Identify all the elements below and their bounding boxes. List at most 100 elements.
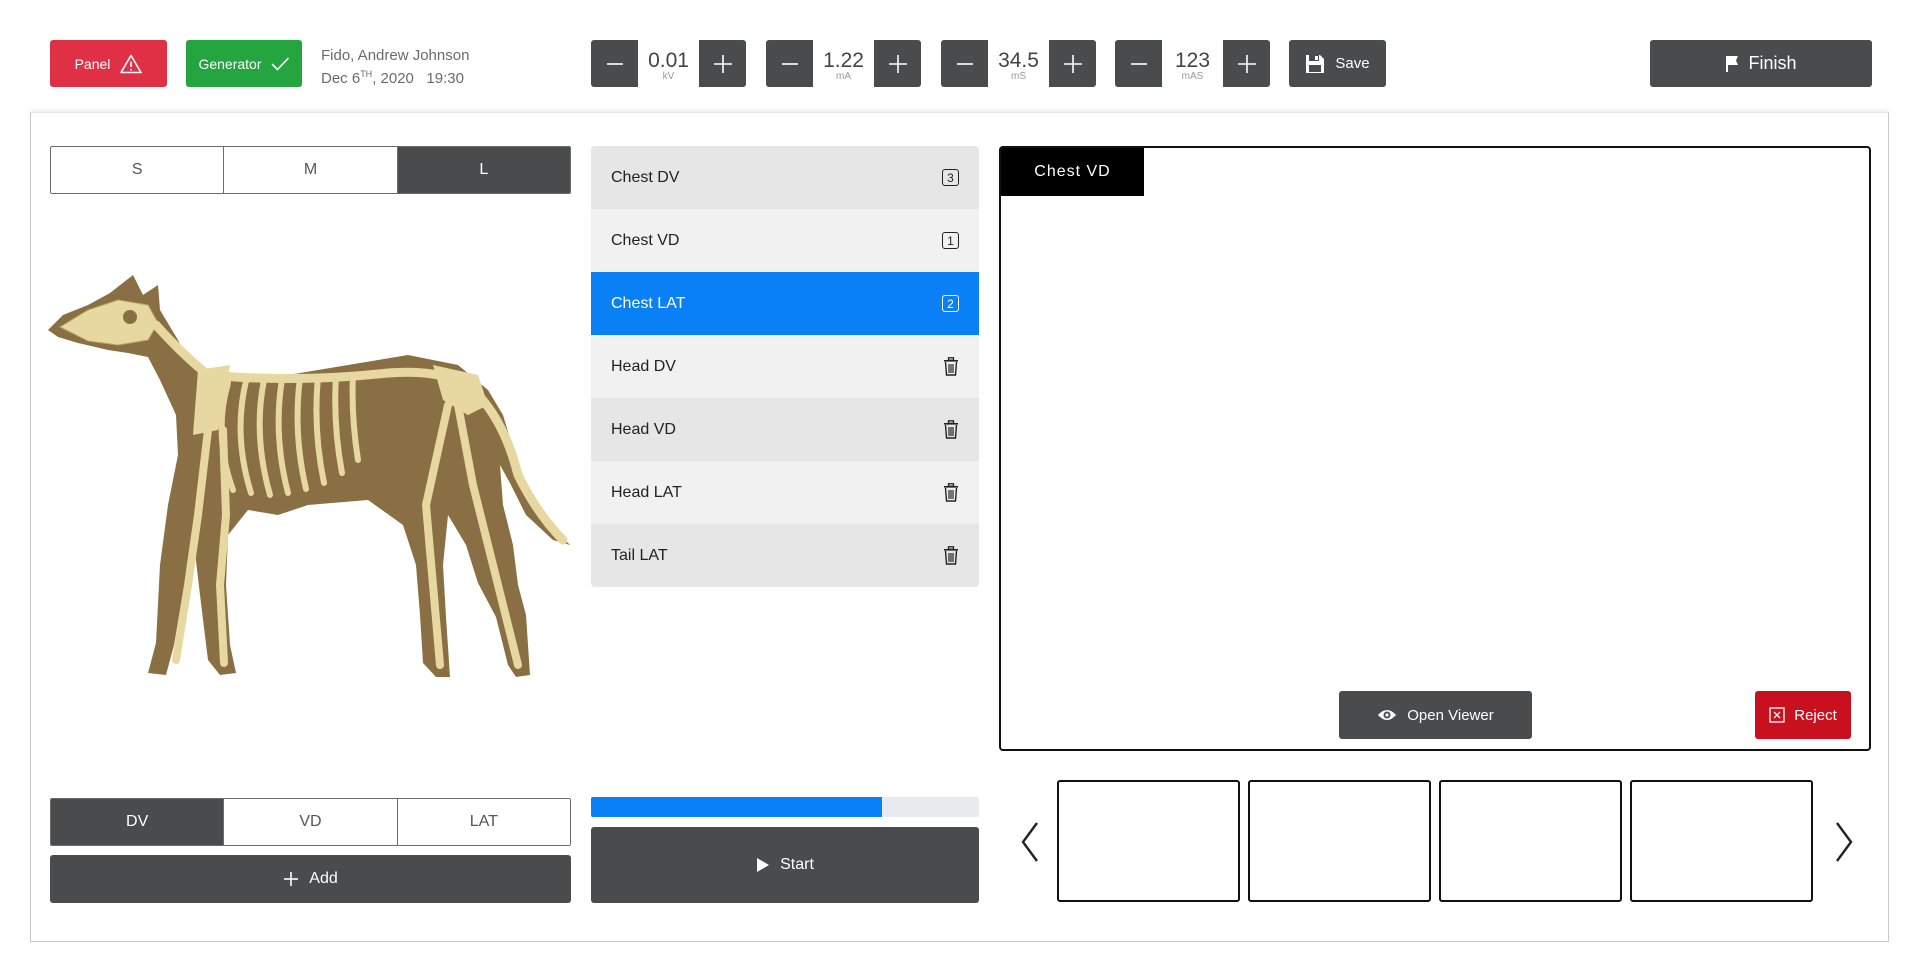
view-item[interactable]: Chest DV 3 (591, 146, 979, 209)
mas-value-field[interactable]: 123 mAS (1162, 40, 1223, 87)
mas-unit: mAS (1181, 70, 1204, 82)
view-label: Head DV (611, 357, 676, 375)
view-item[interactable]: Head DV (591, 335, 979, 398)
kv-value: 0.01 (648, 48, 689, 72)
size-option-m[interactable]: M (224, 147, 398, 193)
size-selector: S M L (50, 146, 571, 194)
ma-increment-button[interactable] (874, 40, 921, 87)
minus-icon (956, 62, 973, 65)
projection-option-dv[interactable]: DV (51, 799, 225, 845)
view-item[interactable]: Head VD (591, 398, 979, 461)
trash-icon[interactable] (943, 357, 959, 376)
reject-button[interactable]: Reject (1755, 691, 1851, 739)
thumbnail-slot[interactable] (1057, 780, 1240, 902)
ma-value-field[interactable]: 1.22 mA (813, 40, 874, 87)
close-box-icon (1769, 707, 1785, 723)
mas-decrement-button[interactable] (1115, 40, 1162, 87)
view-item[interactable]: Chest VD 1 (591, 209, 979, 272)
projection-option-vd[interactable]: VD (224, 799, 398, 845)
thumbnail-slot[interactable] (1630, 780, 1813, 902)
ma-decrement-button[interactable] (766, 40, 813, 87)
viewer-title-tab: Chest VD (1001, 148, 1144, 196)
view-label: Head VD (611, 420, 676, 438)
projection-selector: DV VD LAT (50, 798, 571, 846)
chevron-right-icon[interactable] (1829, 818, 1859, 866)
plus-icon (284, 872, 299, 886)
panel-button[interactable]: Panel (50, 40, 167, 87)
add-label: Add (309, 870, 338, 887)
floppy-disk-icon (1306, 54, 1325, 73)
ms-decrement-button[interactable] (941, 40, 988, 87)
plus-icon (1237, 54, 1256, 73)
trash-icon[interactable] (943, 420, 959, 439)
generator-button[interactable]: Generator (186, 40, 302, 87)
generator-label: Generator (198, 55, 262, 72)
exam-date-suffix: TH (360, 69, 373, 79)
open-viewer-label: Open Viewer (1407, 706, 1494, 724)
view-label: Chest DV (611, 168, 680, 186)
chevron-left-icon[interactable] (1015, 818, 1045, 866)
panel-label: Panel (74, 55, 111, 72)
view-label: Tail LAT (611, 546, 668, 564)
add-button[interactable]: Add (50, 855, 571, 903)
image-viewer: Chest VD Open Viewer Reject (999, 146, 1871, 751)
minus-icon (1130, 62, 1147, 65)
finish-button[interactable]: Finish (1650, 40, 1872, 87)
mas-value: 123 (1174, 48, 1211, 72)
exam-date-year: , 2020 (372, 70, 414, 87)
patient-info: Fido, Andrew Johnson Dec 6TH, 2020 19:30 (321, 46, 469, 88)
dog-skeleton-illustration (48, 275, 570, 677)
view-item-selected[interactable]: Chest LAT 2 (591, 272, 979, 335)
exam-time: 19:30 (426, 70, 464, 87)
exam-date-day: Dec 6 (321, 70, 361, 87)
ms-increment-button[interactable] (1049, 40, 1096, 87)
trash-icon[interactable] (943, 546, 959, 565)
patient-name: Fido, Andrew Johnson (321, 47, 470, 64)
kv-decrement-button[interactable] (591, 40, 638, 87)
ms-unit: mS (1011, 70, 1026, 82)
size-option-s[interactable]: S (51, 147, 225, 193)
open-viewer-button[interactable]: Open Viewer (1339, 691, 1532, 739)
minus-icon (606, 62, 623, 65)
view-item[interactable]: Tail LAT (591, 524, 979, 587)
start-label: Start (780, 856, 814, 873)
thumbnail-slot[interactable] (1248, 780, 1431, 902)
size-option-l[interactable]: L (397, 147, 570, 193)
exam-datetime: Dec 6TH, 2020 19:30 (321, 65, 469, 88)
save-button[interactable]: Save (1289, 40, 1386, 87)
ms-value: 34.5 (998, 48, 1039, 72)
progress-fill (591, 797, 882, 817)
thumbnail-slot[interactable] (1439, 780, 1622, 902)
view-label: Head LAT (611, 483, 682, 501)
minus-icon (781, 62, 798, 65)
trash-icon[interactable] (943, 483, 959, 502)
exam-progress-bar (591, 797, 979, 817)
ma-stepper: 1.22 mA (766, 40, 921, 87)
view-count-badge: 3 (942, 169, 959, 186)
ma-unit: mA (836, 70, 851, 82)
plus-icon (1063, 54, 1082, 73)
kv-stepper: 0.01 kV (591, 40, 746, 87)
finish-label: Finish (1748, 53, 1797, 73)
warning-icon (120, 54, 143, 73)
plus-icon (713, 54, 732, 73)
view-item[interactable]: Head LAT (591, 461, 979, 524)
check-icon (270, 56, 289, 71)
kv-value-field[interactable]: 0.01 kV (638, 40, 699, 87)
kv-increment-button[interactable] (699, 40, 746, 87)
start-button[interactable]: Start (591, 827, 979, 903)
top-bar: Panel Generator Fido, Andrew Johnson Dec… (0, 0, 1920, 112)
view-label: Chest LAT (611, 294, 686, 312)
plus-icon (888, 54, 907, 73)
view-count-badge: 1 (942, 232, 959, 249)
mas-increment-button[interactable] (1223, 40, 1270, 87)
flag-icon (1726, 55, 1739, 72)
view-count-badge: 2 (942, 295, 959, 312)
save-label: Save (1335, 55, 1370, 72)
ms-value-field[interactable]: 34.5 mS (988, 40, 1049, 87)
ma-value: 1.22 (823, 48, 864, 72)
mas-stepper: 123 mAS (1115, 40, 1270, 87)
projection-option-lat[interactable]: LAT (397, 799, 570, 845)
view-label: Chest VD (611, 231, 680, 249)
reject-label: Reject (1794, 706, 1837, 724)
